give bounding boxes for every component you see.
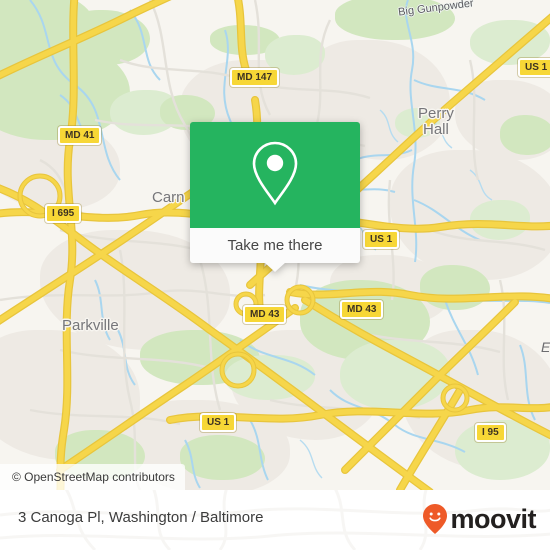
route-shield-us1-mid[interactable]: US 1 (363, 230, 400, 249)
place-label-parkville: Parkville (62, 317, 119, 334)
popup-pointer-tail (264, 262, 286, 272)
moovit-wordmark: moovit (450, 504, 536, 534)
route-shield-md147[interactable]: MD 147 (230, 68, 280, 87)
popup-header (190, 122, 360, 228)
place-label-perry-hall: Perry Hall (418, 106, 454, 138)
place-label-line1: Perry (418, 105, 454, 122)
route-shield-md43-e[interactable]: MD 43 (340, 300, 384, 319)
route-shield-md41[interactable]: MD 41 (58, 126, 102, 145)
route-shield-us1-ne[interactable]: US 1 (518, 58, 550, 77)
place-label-carney: Carn (152, 189, 185, 206)
moovit-pin-smile-icon (422, 503, 448, 535)
route-shield-us1-s[interactable]: US 1 (200, 413, 237, 432)
map-pin-icon (247, 138, 303, 213)
map-attribution[interactable]: © OpenStreetMap contributors (0, 464, 185, 490)
moovit-logo[interactable]: moovit (422, 503, 536, 535)
route-shield-md43-w[interactable]: MD 43 (243, 305, 287, 324)
address-label: 3 Canoga Pl, Washington / Baltimore (18, 509, 264, 526)
route-shield-i95[interactable]: I 95 (475, 423, 506, 442)
map-canvas[interactable]: Big Gunpowder Perry Hall Parkville Carn … (0, 0, 550, 490)
route-shield-i695[interactable]: I 695 (45, 204, 82, 223)
place-label-edge: E (541, 339, 550, 355)
place-label-line2: Hall (423, 121, 449, 138)
take-me-there-label: Take me there (227, 237, 323, 254)
bottom-bar: 3 Canoga Pl, Washington / Baltimore moov… (0, 490, 550, 550)
location-popup-card[interactable]: Take me there (190, 122, 360, 272)
map-screen: Big Gunpowder Perry Hall Parkville Carn … (0, 0, 550, 550)
take-me-there-button[interactable]: Take me there (190, 228, 360, 263)
